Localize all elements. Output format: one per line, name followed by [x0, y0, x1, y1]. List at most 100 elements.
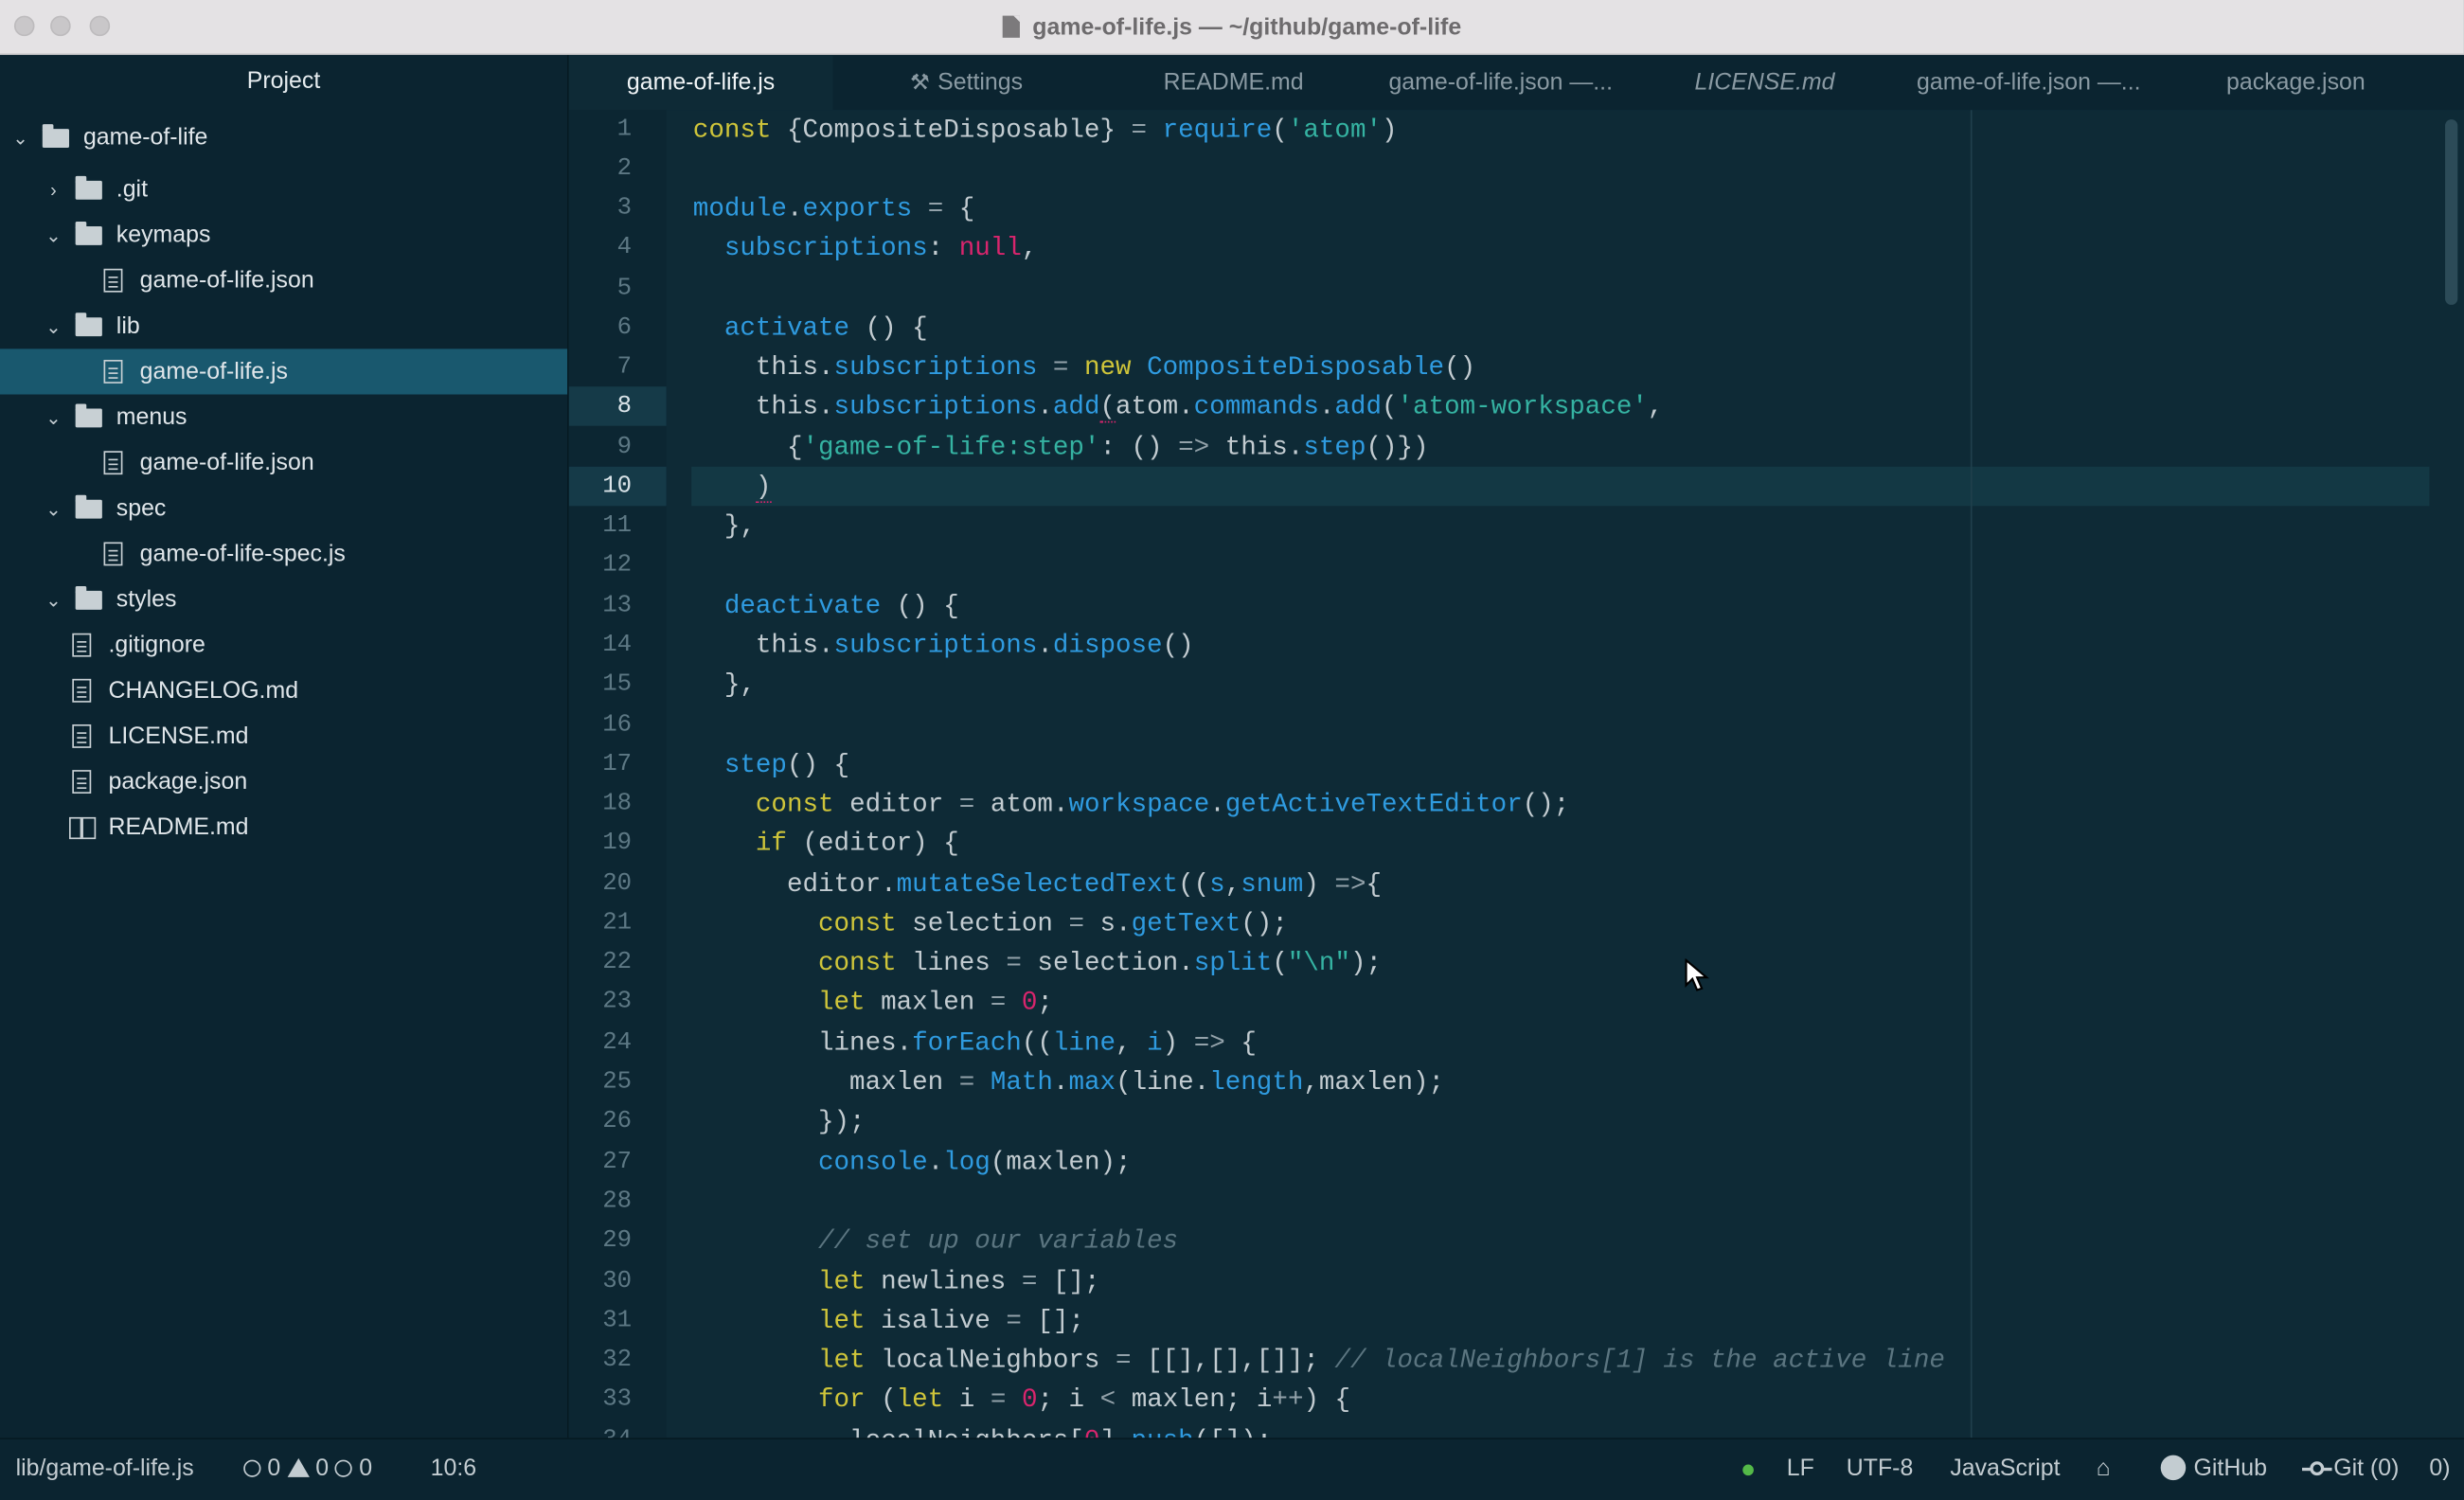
line-number: 16	[602, 710, 633, 739]
book-icon	[69, 816, 97, 839]
code-line[interactable]: deactivate () {	[693, 586, 959, 625]
code-line[interactable]: this.subscriptions.dispose()	[693, 625, 1194, 664]
vertical-scrollbar[interactable]	[2445, 119, 2458, 305]
chevron-down-icon[interactable]: ⌄	[44, 223, 62, 245]
status-overflow: 0)	[2429, 1455, 2451, 1482]
tree-item-label: game-of-life.json	[139, 449, 314, 476]
tree-folder-git[interactable]: › .git	[0, 167, 567, 212]
line-number: 27	[602, 1147, 633, 1176]
line-number: 28	[602, 1186, 633, 1215]
grammar-selector[interactable]: JavaScript	[1950, 1439, 2060, 1500]
code-line[interactable]: // set up our variables	[693, 1221, 1178, 1259]
code-line[interactable]: editor.mutateSelectedText((s,snum) =>{	[693, 865, 1382, 903]
tree-file-gitignore[interactable]: .gitignore	[0, 622, 567, 668]
code-line[interactable]: maxlen = Math.max(line.length,maxlen);	[693, 1062, 1444, 1101]
line-number: 10	[602, 471, 633, 500]
tab-readme[interactable]: README.md	[1100, 55, 1367, 110]
encoding-selector[interactable]: UTF-8	[1847, 1439, 1914, 1500]
tree-folder-lib[interactable]: ⌄ lib	[0, 303, 567, 348]
chevron-down-icon[interactable]: ⌄	[44, 406, 62, 428]
chevron-down-icon[interactable]: ⌄	[11, 127, 30, 149]
line-number: 9	[616, 432, 633, 461]
tree-folder-menus[interactable]: ⌄ menus	[0, 395, 567, 440]
status-dot-icon	[1742, 1439, 1754, 1500]
code-line[interactable]: if (editor) {	[693, 824, 959, 863]
code-line[interactable]: activate () {	[693, 308, 928, 347]
code-line[interactable]: },	[693, 665, 756, 704]
chevron-down-icon[interactable]: ⌄	[44, 315, 62, 337]
code-line[interactable]: module.exports = {	[693, 188, 975, 227]
github-label: GitHub	[2193, 1455, 2267, 1482]
code-line[interactable]: console.log(maxlen);	[693, 1142, 1132, 1181]
text-editor[interactable]: 1 const {CompositeDisposable} = require('…	[568, 110, 2464, 1438]
code-line[interactable]: let newlines = [];	[693, 1261, 1100, 1300]
line-number: 30	[602, 1266, 633, 1295]
tree-folder-keymaps[interactable]: ⌄ keymaps	[0, 212, 567, 258]
file-path[interactable]: lib/game-of-life.js	[16, 1439, 194, 1500]
code-line[interactable]: const lines = selection.split("\n");	[693, 943, 1382, 982]
tab-settings[interactable]: ⚒ Settings	[832, 55, 1099, 110]
code-line[interactable]: const editor = atom.workspace.getActiveT…	[693, 784, 1569, 823]
tab-license[interactable]: LICENSE.md	[1634, 55, 1895, 110]
tree-file-package-json[interactable]: package.json	[0, 759, 567, 804]
tree-folder-spec[interactable]: ⌄ spec	[0, 486, 567, 531]
code-line[interactable]: },	[693, 506, 756, 545]
tree-folder-game-of-life[interactable]: ⌄ game-of-life	[0, 115, 567, 160]
github-button[interactable]: GitHub	[2160, 1439, 2267, 1500]
tab-keymaps-json[interactable]: game-of-life.json —...	[1367, 55, 1634, 110]
cursor-line-highlight	[691, 466, 2430, 507]
tree-file-game-of-life-js[interactable]: game-of-life.js	[0, 348, 568, 395]
chevron-right-icon[interactable]: ›	[44, 178, 62, 200]
line-number: 7	[616, 351, 633, 381]
code-line[interactable]: let isalive = [];	[693, 1301, 1084, 1340]
git-button[interactable]: Git (0)	[2300, 1439, 2399, 1500]
code-line[interactable]: localNeighbors[0].push([]);	[693, 1420, 1272, 1438]
line-ending-selector[interactable]: LF	[1787, 1439, 1814, 1500]
code-line[interactable]: this.subscriptions = new CompositeDispos…	[693, 348, 1475, 386]
tab-label: package.json	[2226, 69, 2366, 97]
tree-item-label: lib	[116, 312, 140, 340]
code-line[interactable]: let localNeighbors = [[],[],[]]; // loca…	[693, 1340, 1945, 1379]
tree-folder-styles[interactable]: ⌄ styles	[0, 577, 567, 622]
chevron-down-icon[interactable]: ⌄	[44, 588, 62, 610]
code-line[interactable]: this.subscriptions.add(atom.commands.add…	[693, 386, 1663, 425]
line-number: 4	[616, 232, 633, 261]
tree-file-changelog[interactable]: CHANGELOG.md	[0, 668, 567, 713]
git-label: Git (0)	[2333, 1455, 2400, 1482]
code-line[interactable]: const {CompositeDisposable} = require('a…	[693, 110, 1398, 149]
tree-file-license[interactable]: LICENSE.md	[0, 713, 567, 759]
code-line[interactable]: let maxlen = 0;	[693, 982, 1053, 1021]
document-icon	[1002, 15, 1021, 38]
code-line[interactable]: step() {	[693, 745, 849, 784]
folder-icon	[75, 402, 102, 427]
tree-item-label: game-of-life.js	[139, 358, 289, 385]
cursor-position[interactable]: 10:6	[431, 1439, 476, 1500]
file-text-icon	[72, 770, 92, 794]
tab-game-of-life-js[interactable]: game-of-life.js	[568, 55, 833, 111]
tree-file-keymaps-json[interactable]: game-of-life.json	[0, 258, 567, 303]
code-line[interactable]: const selection = s.getText();	[693, 903, 1288, 942]
tree-item-label: .git	[116, 175, 149, 204]
code-line[interactable]: {'game-of-life:step': () => this.step()}…	[693, 427, 1429, 466]
line-number: 20	[602, 868, 633, 898]
tree-file-menus-json[interactable]: game-of-life.json	[0, 440, 567, 486]
tree-item-label: spec	[116, 494, 167, 522]
warning-count: 0	[315, 1455, 330, 1482]
warning-icon	[287, 1457, 310, 1477]
diagnostics-summary[interactable]: 0 0 0	[243, 1439, 372, 1500]
code-line[interactable]: });	[693, 1101, 866, 1140]
window-title: game-of-life.js — ~/github/game-of-life	[1032, 13, 1462, 41]
code-line[interactable]: )	[693, 467, 772, 506]
chevron-down-icon[interactable]: ⌄	[44, 497, 62, 519]
broadcast-icon[interactable]: ⌂	[2097, 1439, 2111, 1500]
tab-menus-json[interactable]: game-of-life.json —...	[1895, 55, 2162, 110]
folder-icon	[75, 175, 102, 199]
tree-item-label: LICENSE.md	[108, 723, 249, 750]
code-line[interactable]: subscriptions: null,	[693, 228, 1038, 267]
tab-package-json[interactable]: package.json	[2162, 55, 2429, 110]
file-text-icon	[103, 268, 123, 293]
tree-file-spec-js[interactable]: game-of-life-spec.js	[0, 531, 567, 577]
code-line[interactable]: for (let i = 0; i < maxlen; i++) {	[693, 1380, 1350, 1419]
tree-file-readme[interactable]: README.md	[0, 805, 567, 850]
code-line[interactable]: lines.forEach((line, i) => {	[693, 1023, 1257, 1062]
